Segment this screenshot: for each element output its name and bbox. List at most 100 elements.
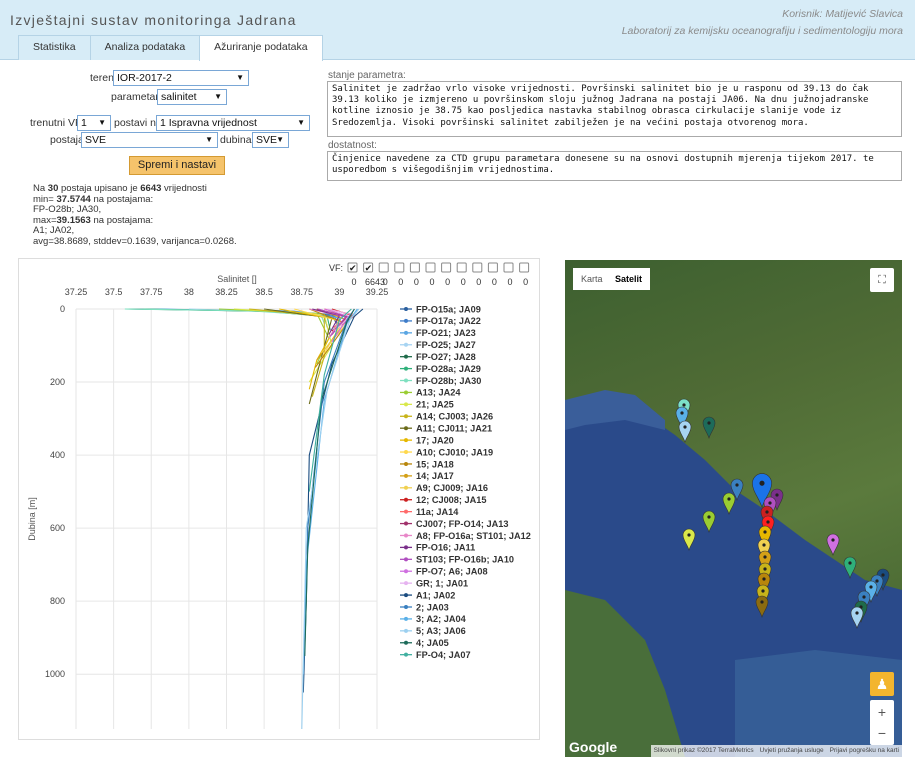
dubina-value: SVE (256, 134, 278, 146)
vf-count-6: 0 (445, 277, 450, 287)
attribution-report[interactable]: Prijavi pogrešku na karti (827, 745, 902, 757)
vf-checkbox-9[interactable] (487, 262, 498, 273)
tab-statistika[interactable]: Statistika (18, 35, 91, 60)
teren-select[interactable]: IOR-2017-2 ▼ (113, 70, 249, 86)
legend-marker-21 (404, 557, 408, 562)
save-continue-button[interactable]: Spremi i nastavi (129, 156, 225, 175)
legend-marker-19 (404, 533, 408, 538)
user-name: Korisnik: Matijević Slavica (782, 8, 903, 20)
attribution-terms[interactable]: Uvjeti pružanja usluge (757, 745, 827, 757)
postavi-value: 1 Ispravna vrijednost (160, 117, 257, 129)
stanje-textarea[interactable]: Salinitet je zadržao vrlo visoke vrijedn… (327, 81, 902, 137)
pin-dot (727, 497, 731, 501)
series-line-7 (218, 308, 330, 365)
x-tick-label: 38.5 (255, 287, 273, 297)
pin-dot (768, 501, 772, 505)
vf-count-3: 0 (398, 277, 403, 287)
dostatnost-textarea[interactable]: Činjenice navedene za CTD grupu parameta… (327, 151, 902, 181)
series-line-11 (279, 308, 341, 390)
vf-count-10: 0 (507, 277, 512, 287)
vf-count-8: 0 (476, 277, 481, 287)
check-icon: ✔ (349, 264, 357, 274)
legend-marker-17 (404, 509, 408, 514)
vf-checkbox-3[interactable] (394, 262, 405, 273)
legend-marker-1 (404, 318, 408, 323)
chevron-down-icon: ▼ (205, 135, 213, 144)
legend-label-14: 14; JA17 (416, 471, 454, 481)
station-pin[interactable] (850, 606, 864, 629)
series-line-9 (249, 308, 325, 397)
legend-marker-25 (404, 605, 408, 609)
legend-marker-15 (404, 485, 408, 490)
legend-marker-22 (404, 569, 408, 574)
legend-label-13: 15; JA18 (416, 459, 454, 469)
stats-text: postaja upisano je (58, 183, 141, 194)
legend-marker-7 (404, 390, 408, 395)
zoom-out-button[interactable]: − (870, 721, 894, 745)
legend-label-5: FP-O28a; JA29 (416, 364, 481, 374)
station-pin[interactable] (678, 420, 692, 443)
chart-svg: Salinitet [] 37.25 37.5 37.75 38 38.25 38.5 38.… (27, 262, 531, 730)
legend-marker-12 (404, 450, 408, 455)
vf-checkbox-8[interactable] (472, 262, 483, 273)
postavi-select[interactable]: 1 Ispravna vrijednost ▼ (156, 115, 310, 131)
legend-marker-2 (404, 330, 408, 335)
pin-dot (855, 611, 859, 615)
x-tick-label: 37.5 (105, 287, 123, 297)
legend-label-3: FP-O25; JA27 (416, 340, 476, 350)
station-pin[interactable] (702, 416, 716, 439)
pin-dot (759, 480, 765, 486)
pin-dot (707, 515, 711, 519)
pegman-icon[interactable]: ♟ (870, 672, 894, 696)
pin-dot (881, 573, 885, 577)
legend-label-2: FP-O21; JA23 (416, 328, 476, 338)
legend-label-21: ST103; FP-O16b; JA10 (416, 555, 514, 565)
series-line-2 (158, 308, 341, 330)
legend-label-0: FP-O15a; JA09 (416, 304, 481, 314)
y-tick-label: 400 (50, 450, 65, 460)
y-tick-label: 200 (50, 377, 65, 387)
legend-marker-6 (404, 378, 408, 383)
vf-checkbox-2[interactable] (378, 262, 389, 273)
vf-checkbox-10[interactable] (503, 262, 514, 273)
legend-marker-10 (404, 426, 408, 431)
station-pin[interactable] (826, 533, 840, 556)
series-line-25 (304, 308, 355, 638)
vf-checkbox-7[interactable] (456, 262, 467, 273)
station-pin[interactable] (843, 556, 857, 579)
tab-azuriranje-podataka[interactable]: Ažuriranje podataka (199, 35, 323, 61)
legend-label-9: A14; CJ003; JA26 (416, 412, 493, 422)
parametar-select[interactable]: salinitet ▼ (157, 89, 227, 105)
station-pin[interactable] (755, 595, 769, 618)
station-pin[interactable] (722, 492, 736, 515)
vf-count-2: 0 (383, 277, 388, 287)
check-icon: ✔ (365, 264, 373, 274)
pin-dot (687, 533, 691, 537)
chevron-down-icon: ▼ (98, 118, 106, 127)
main-tabs: Statistika Analiza podataka Ažuriranje p… (18, 35, 323, 61)
chevron-down-icon: ▼ (276, 135, 284, 144)
vf-count-4: 0 (414, 277, 419, 287)
vf-checkbox-6[interactable] (441, 262, 452, 273)
vf-checkbox-5[interactable] (425, 262, 436, 273)
google-logo: Google (569, 739, 618, 755)
station-pin[interactable] (682, 528, 696, 551)
map-pins (675, 398, 890, 629)
vf-checkbox-4[interactable] (409, 262, 420, 273)
x-tick-label: 37.75 (140, 287, 163, 297)
legend-label-17: 11a; JA14 (416, 507, 459, 517)
stats-text: Na (33, 183, 48, 194)
vf-checkbox-11[interactable] (519, 262, 530, 273)
tab-analiza-podataka[interactable]: Analiza podataka (89, 35, 201, 60)
min-value: 37.5744 (56, 193, 91, 205)
pin-dot (762, 577, 766, 581)
station-map[interactable]: Karta Satelit ⛶ ♟ + − Google Slikovni pr… (565, 260, 902, 757)
dubina-select[interactable]: SVE ▼ (252, 132, 289, 148)
station-pin[interactable] (702, 510, 716, 533)
vf-count-7: 0 (461, 277, 466, 287)
stats-text: na postajama: (90, 214, 154, 226)
legend-marker-0 (404, 307, 408, 311)
postaja-select[interactable]: SVE ▼ (81, 132, 218, 148)
vf-select[interactable]: 1 ▼ (77, 115, 111, 131)
vf-label: VF: (329, 263, 343, 273)
